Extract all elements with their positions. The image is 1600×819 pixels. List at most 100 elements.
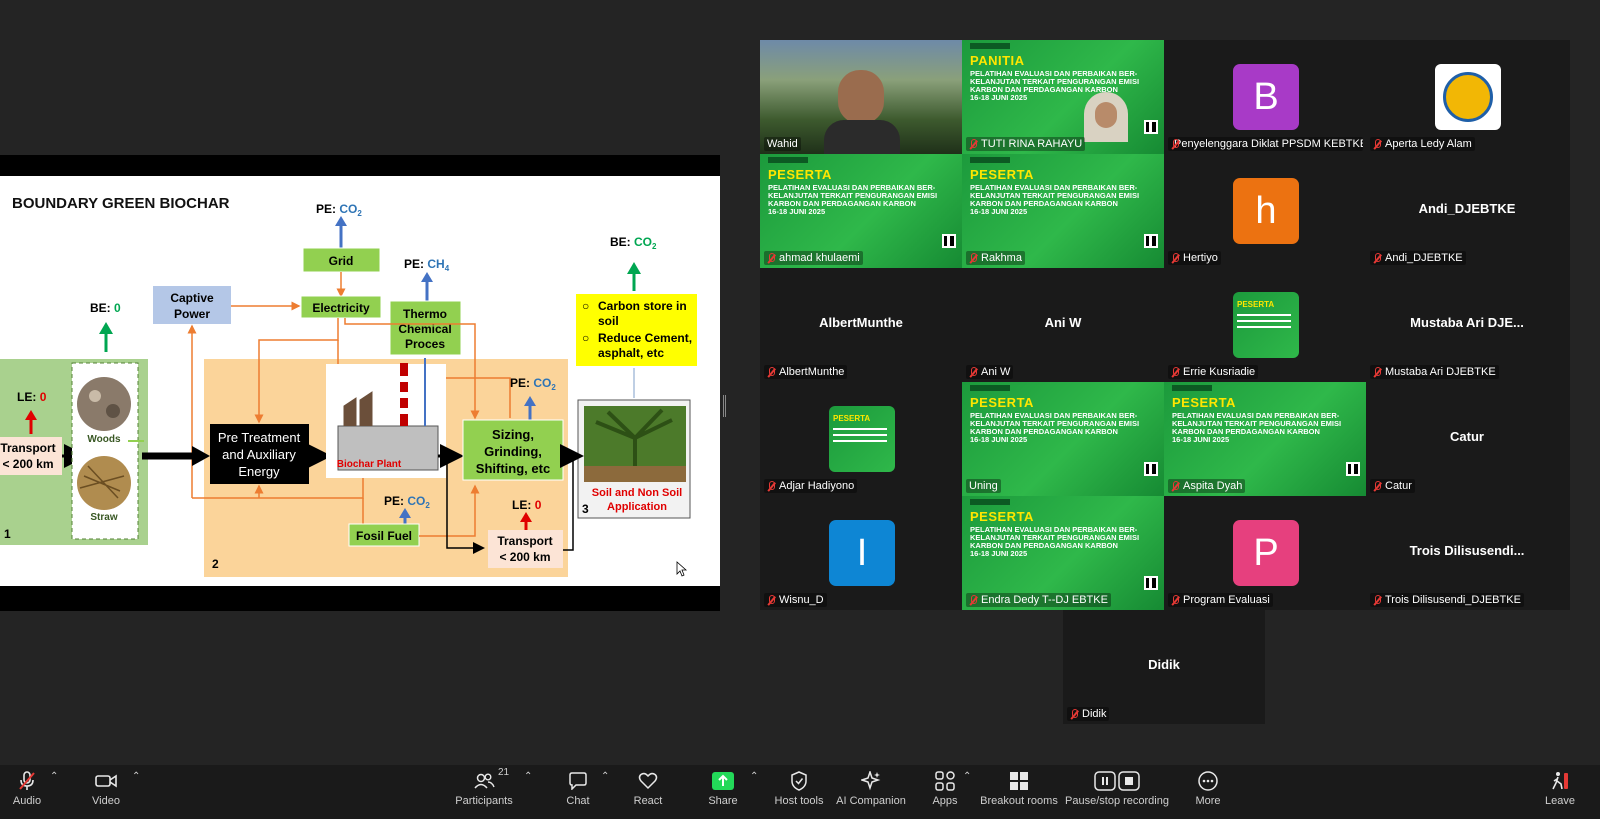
chat-options-chevron-icon[interactable]: ⌃ (601, 771, 609, 782)
participant-tile[interactable]: PESERTA PELATIHAN EVALUASI DAN PERBAIKAN … (1164, 382, 1366, 496)
participant-tile[interactable]: AlbertMunthe AlbertMunthe (760, 268, 962, 382)
banner-line: 16-18 JUNI 2025 (970, 93, 1028, 102)
share-label: Share (708, 795, 738, 807)
heart-icon (638, 769, 658, 793)
split-view-resize-handle[interactable] (723, 395, 726, 417)
host-tools-button[interactable]: Host tools (772, 769, 826, 815)
video-button[interactable]: Video (91, 769, 121, 815)
pe-label-thermo: PE: CH4 (404, 257, 450, 273)
participant-name-tag: Adjar Hadiyono (764, 479, 858, 493)
participant-name-tag: Uning (966, 479, 1001, 493)
participant-name-tag: Mustaba Ari DJEBTKE (1370, 365, 1499, 379)
banner-role: PESERTA (768, 167, 832, 182)
share-button[interactable]: Share (708, 769, 738, 815)
mic-muted-icon (1070, 708, 1079, 720)
participant-display-name: AlbertMunthe (819, 315, 903, 330)
participant-name-tag: Errie Kusriadie (1168, 365, 1259, 379)
participant-tile[interactable]: Aperta Ledy Alam (1366, 40, 1568, 154)
participant-avatar: PESERTA (1233, 292, 1299, 358)
qr-code-icon (1144, 576, 1158, 590)
apps-button[interactable]: Apps (930, 769, 960, 815)
mic-muted-icon (969, 366, 978, 378)
participant-avatar: B (1233, 64, 1299, 130)
apps-options-chevron-icon[interactable]: ⌃ (963, 771, 971, 782)
pretreat-label-1: Pre Treatment (218, 430, 301, 445)
participant-tile[interactable]: B Penyelenggara Diklat PPSDM KEBTKE (1164, 40, 1366, 154)
audio-button[interactable]: Audio (12, 769, 42, 815)
be-label-right: BE: CO2 (610, 235, 657, 251)
sizing-label-2: Grinding, (484, 444, 542, 459)
breakout-rooms-icon (1009, 769, 1029, 793)
participant-tile[interactable]: P Program Evaluasi (1164, 496, 1366, 610)
audio-options-chevron-icon[interactable]: ⌃ (50, 771, 58, 782)
ai-companion-button[interactable]: AI Companion (836, 769, 906, 815)
participants-options-chevron-icon[interactable]: ⌃ (524, 771, 532, 782)
transport-right-2: < 200 km (499, 550, 550, 564)
participant-name: Mustaba Ari DJEBTKE (1385, 366, 1496, 378)
participant-tile[interactable]: PESERTA PELATIHAN EVALUASI DAN PERBAIKAN … (962, 496, 1164, 610)
participant-tile[interactable]: PESERTA PELATIHAN EVALUASI DAN PERBAIKAN … (760, 154, 962, 268)
participant-tile[interactable]: PANITIA PELATIHAN EVALUASI DAN PERBAIKAN … (962, 40, 1164, 154)
participant-name: Andi_DJEBTKE (1385, 252, 1463, 264)
ai-companion-label: AI Companion (836, 795, 906, 807)
participant-name: Wahid (767, 138, 798, 150)
react-button[interactable]: React (631, 769, 665, 815)
participant-tile[interactable]: Wahid (760, 40, 962, 154)
breakout-rooms-button[interactable]: Breakout rooms (980, 769, 1058, 815)
participant-tile[interactable]: Trois Dilisusendi... Trois Dilisusendi_DJ… (1366, 496, 1568, 610)
participant-tile[interactable]: PESERTA PELATIHAN EVALUASI DAN PERBAIKAN … (962, 382, 1164, 496)
zoom-meeting-window: BOUNDARY GREEN BIOCHAR PE: CO2 Grid Elec… (0, 0, 1600, 819)
banner-role: PANITIA (970, 53, 1025, 68)
woods-label: Woods (87, 434, 121, 445)
audio-label: Audio (12, 795, 42, 807)
chat-button[interactable]: Chat (563, 769, 593, 815)
react-label: React (633, 795, 663, 807)
participant-name: AlbertMunthe (779, 366, 845, 378)
participant-tile[interactable]: Catur Catur (1366, 382, 1568, 496)
participant-name: Adjar Hadiyono (779, 480, 855, 492)
share-options-chevron-icon[interactable]: ⌃ (750, 771, 758, 782)
carbon-label-1: Carbon store in (598, 299, 687, 313)
participant-tile[interactable]: Didik Didik (1063, 610, 1265, 724)
pause-stop-recording-button[interactable]: Pause/stop recording (1065, 769, 1169, 815)
more-button[interactable]: More (1193, 769, 1223, 815)
shield-icon (790, 769, 808, 793)
host-tools-label: Host tools (774, 795, 824, 807)
participant-name: Program Evaluasi (1183, 594, 1270, 606)
banner-line: 16-18 JUNI 2025 (970, 435, 1028, 444)
video-options-chevron-icon[interactable]: ⌃ (132, 771, 140, 782)
participant-tile[interactable]: PESERTA Errie Kusriadie (1164, 268, 1366, 382)
participant-avatar: h (1233, 178, 1299, 244)
video-camera-icon (95, 769, 117, 793)
leave-button[interactable]: Leave (1544, 769, 1576, 815)
participant-name-tag: TUTI RINA RAHAYU (966, 137, 1086, 151)
participant-name-tag: Catur (1370, 479, 1415, 493)
woods-image (77, 377, 131, 431)
participant-name: Hertiyo (1183, 252, 1218, 264)
participant-tile[interactable]: Ani W Ani W (962, 268, 1164, 382)
pe-label-fosil: PE: CO2 (384, 494, 430, 510)
participant-name: TUTI RINA RAHAYU (981, 138, 1083, 150)
participant-tile[interactable]: PESERTA Adjar Hadiyono (760, 382, 962, 496)
mic-muted-icon (969, 252, 978, 264)
participants-label: Participants (455, 795, 513, 807)
participant-tile[interactable]: PESERTA PELATIHAN EVALUASI DAN PERBAIKAN … (962, 154, 1164, 268)
apps-label: Apps (932, 795, 958, 807)
cursor-icon (676, 561, 688, 577)
participant-tile[interactable]: h Hertiyo (1164, 154, 1366, 268)
participant-tile[interactable]: Mustaba Ari DJE... Mustaba Ari DJEBTKE (1366, 268, 1568, 382)
arrowhead-be-left (99, 322, 113, 334)
qr-code-icon (942, 234, 956, 248)
participant-tile[interactable]: Andi_DJEBTKE Andi_DJEBTKE (1366, 154, 1568, 268)
participant-name-tag: AlbertMunthe (764, 365, 848, 379)
arrowhead-be-right (627, 262, 641, 274)
transport-left-2: < 200 km (2, 457, 53, 471)
carbon-bullet-1: ○ (582, 299, 589, 313)
breakout-rooms-label: Breakout rooms (980, 795, 1058, 807)
participant-name-tag: Wisnu_D (764, 593, 827, 607)
slide-title: BOUNDARY GREEN BIOCHAR (12, 195, 230, 212)
mic-muted-icon (1171, 366, 1180, 378)
carbon-label-3: Reduce Cement, (598, 331, 692, 345)
participant-tile[interactable]: I Wisnu_D (760, 496, 962, 610)
participants-count: 21 (498, 767, 510, 778)
